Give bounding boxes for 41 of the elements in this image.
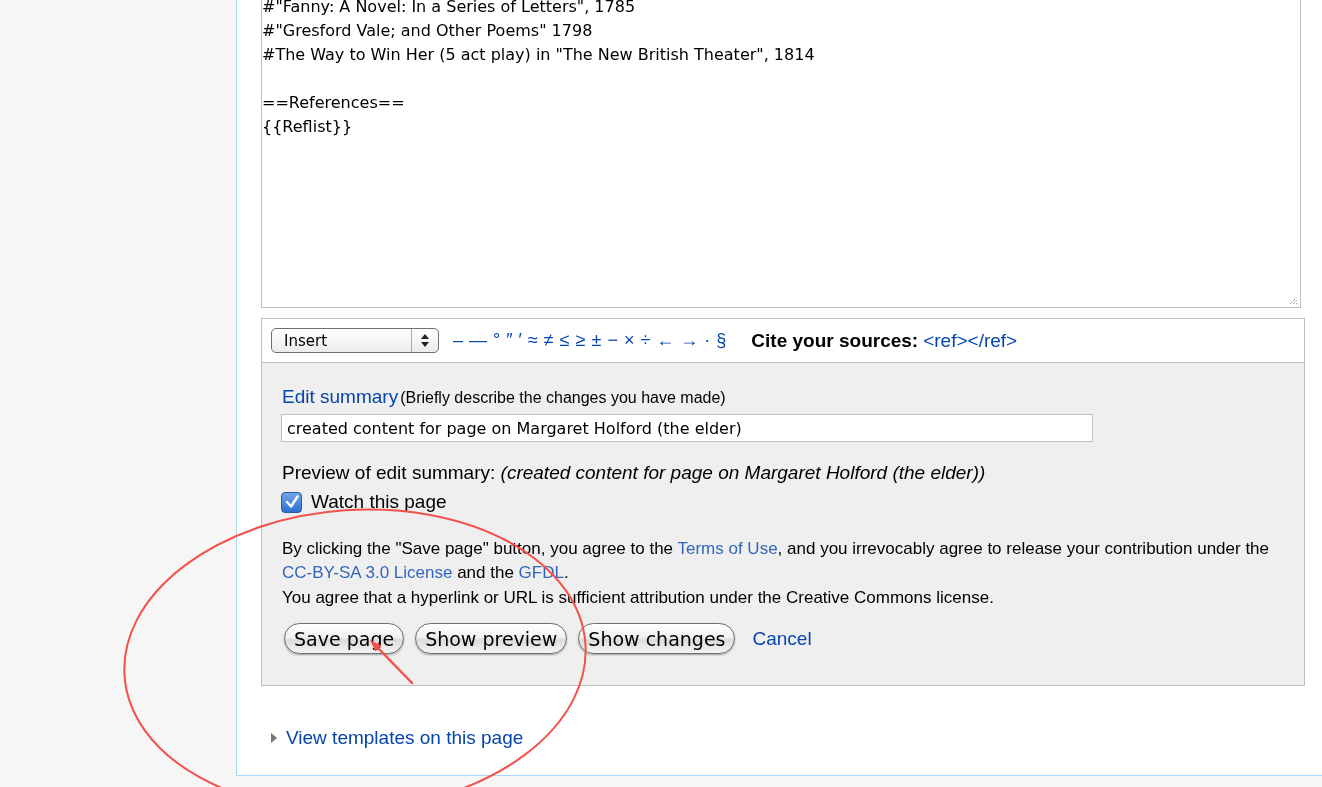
special-character-link[interactable]: ← [656, 330, 675, 351]
license-link[interactable]: CC-BY-SA 3.0 License [282, 563, 453, 582]
special-character-link[interactable]: – [453, 330, 463, 351]
edit-summary-link[interactable]: Edit summary [282, 386, 399, 407]
special-character-link[interactable]: ° [493, 330, 501, 351]
cancel-link[interactable]: Cancel [752, 627, 812, 650]
edit-summary-hint: (Briefly describe the changes you have made) [400, 389, 726, 406]
wikitext-line: {{Reflist}} [262, 116, 354, 138]
special-character-link[interactable]: ≤ [559, 330, 570, 351]
watch-page-label: Watch this page [311, 491, 447, 513]
wikitext-line: #The Way to Win Her (5 act play) in "The New British Theater", 1814 [262, 44, 816, 66]
special-character-link[interactable]: − [607, 330, 618, 351]
special-character-link[interactable]: ′ [518, 330, 522, 351]
wikitext-line: #"Gresford Vale; and Other Poems" 1798 [262, 20, 594, 42]
special-character-link[interactable]: ÷ [640, 330, 651, 351]
special-character-link[interactable]: ≈ [527, 330, 538, 351]
special-character-link[interactable]: ″ [506, 330, 513, 351]
insert-select[interactable]: Insert [271, 328, 439, 353]
form-button[interactable]: Show changes [578, 623, 736, 654]
special-character-link[interactable]: § [716, 330, 727, 351]
special-character-link[interactable]: · [704, 330, 711, 351]
wikitext-field[interactable]: #"Fanny: A Novel: In a Series of Letters", 1785 #"Gresford Vale; and Other Poems" 1798 #The Way to Win Her (5 act play) in "The New British Theater", 1814 ==References== {{Reflist}} [261, 0, 1301, 308]
wikitext-line: ==References== [262, 92, 406, 114]
special-character-link[interactable]: ± [591, 330, 602, 351]
license-link[interactable]: Terms of Use [677, 539, 778, 558]
special-character-link[interactable]: ≥ [575, 330, 586, 351]
updown-arrows-icon [421, 334, 429, 347]
special-character-link[interactable]: ≠ [543, 330, 554, 351]
resize-grip-icon[interactable] [1289, 296, 1298, 305]
watch-checkbox[interactable] [281, 491, 302, 513]
ref-tag-link[interactable]: <ref></ref> [923, 329, 1018, 352]
summary-preview-text: Preview of edit summary: (created content for page on Margaret Holford (the elder)) [282, 463, 987, 483]
wikitext-line: #"Fanny: A Novel: In a Series of Letters", 1785 [262, 0, 637, 18]
special-character-link[interactable]: × [623, 330, 635, 351]
special-character-link[interactable]: — [469, 330, 487, 351]
cite-label: Cite your sources: [751, 329, 919, 352]
disclosure-triangle-icon[interactable] [271, 733, 277, 743]
view-templates-link[interactable]: View templates on this page [286, 727, 524, 749]
edit-summary-input[interactable]: created content for page on Margaret Holford (the elder) [281, 414, 1093, 442]
form-button[interactable]: Show preview [415, 623, 568, 654]
special-character-link[interactable]: → [680, 330, 699, 351]
